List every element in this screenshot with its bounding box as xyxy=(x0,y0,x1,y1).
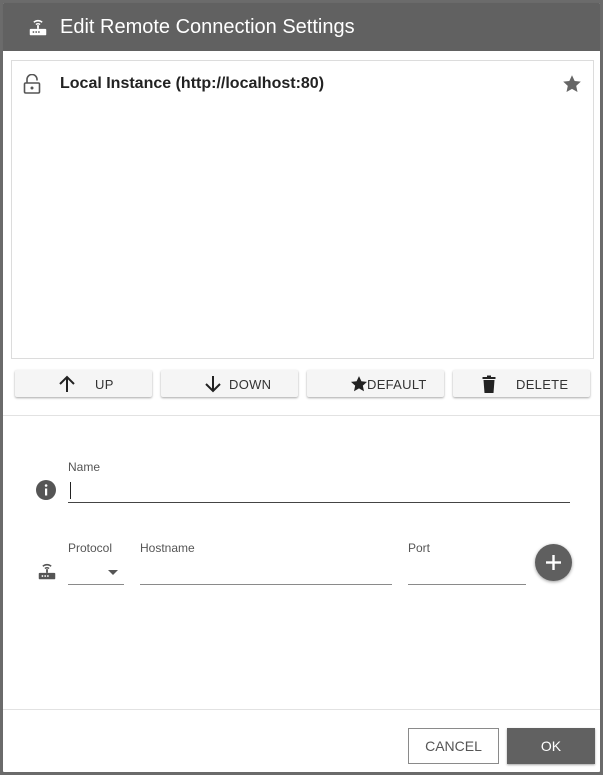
default-button[interactable]: DEFAULT xyxy=(307,370,444,397)
dialog-titlebar: Edit Remote Connection Settings xyxy=(3,3,600,51)
chevron-down-icon xyxy=(108,570,118,575)
star-icon xyxy=(351,376,367,392)
plus-icon xyxy=(546,555,561,570)
star-icon[interactable] xyxy=(561,73,583,95)
arrow-down-icon xyxy=(205,376,221,393)
port-label: Port xyxy=(408,541,431,555)
default-button-label: DEFAULT xyxy=(367,377,427,392)
lock-open-icon xyxy=(23,74,41,94)
protocol-label: Protocol xyxy=(68,541,113,555)
router-icon xyxy=(29,19,47,36)
arrow-up-icon xyxy=(59,375,75,392)
connection-list: Local Instance (http://localhost:80) xyxy=(11,60,594,359)
up-button[interactable]: UP xyxy=(15,370,152,397)
footer-divider xyxy=(3,709,600,710)
connection-label: Local Instance (http://localhost:80) xyxy=(60,75,325,92)
up-button-label: UP xyxy=(95,377,114,392)
add-connection-button[interactable] xyxy=(535,544,572,581)
down-button-label: DOWN xyxy=(229,377,272,392)
hostname-label: Hostname xyxy=(140,541,195,555)
name-input[interactable] xyxy=(68,481,570,503)
delete-button-label: DELETE xyxy=(516,377,569,392)
dialog-title: Edit Remote Connection Settings xyxy=(60,16,355,38)
ok-button[interactable]: OK xyxy=(507,728,595,764)
cancel-button[interactable]: CANCEL xyxy=(408,728,499,764)
port-input[interactable] xyxy=(408,563,526,585)
section-divider xyxy=(3,415,600,416)
trash-icon xyxy=(482,375,496,393)
delete-button[interactable]: DELETE xyxy=(453,370,590,397)
hostname-input[interactable] xyxy=(140,563,392,585)
edit-connection-dialog: Edit Remote Connection Settings Local In… xyxy=(2,2,601,773)
list-toolbar: UP DOWN DEFAULT DELETE xyxy=(15,370,593,398)
info-icon xyxy=(36,480,56,500)
router-icon xyxy=(38,563,56,580)
down-button[interactable]: DOWN xyxy=(161,370,298,397)
text-cursor xyxy=(70,482,71,499)
name-label: Name xyxy=(68,460,101,474)
connection-list-item[interactable]: Local Instance (http://localhost:80) xyxy=(12,61,593,107)
